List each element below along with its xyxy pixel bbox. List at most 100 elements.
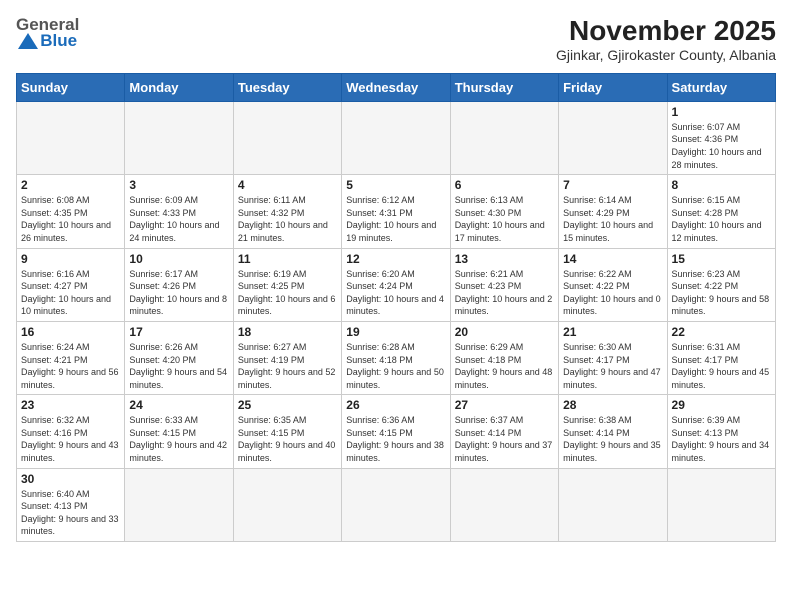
day-number: 25 xyxy=(238,398,337,412)
weekday-header-row: Sunday Monday Tuesday Wednesday Thursday… xyxy=(17,73,776,101)
header-saturday: Saturday xyxy=(667,73,775,101)
day-number: 12 xyxy=(346,252,445,266)
day-number: 9 xyxy=(21,252,120,266)
day-number: 5 xyxy=(346,178,445,192)
day-number: 21 xyxy=(563,325,662,339)
day-info: Sunrise: 6:24 AM Sunset: 4:21 PM Dayligh… xyxy=(21,341,120,391)
table-row: 25 Sunrise: 6:35 AM Sunset: 4:15 PM Dayli… xyxy=(233,395,341,468)
day-info: Sunrise: 6:31 AM Sunset: 4:17 PM Dayligh… xyxy=(672,341,771,391)
day-info: Sunrise: 6:38 AM Sunset: 4:14 PM Dayligh… xyxy=(563,414,662,464)
table-row: 21 Sunrise: 6:30 AM Sunset: 4:17 PM Dayli… xyxy=(559,321,667,394)
day-number: 18 xyxy=(238,325,337,339)
table-row xyxy=(342,101,450,174)
table-row: 7Sunrise: 6:14 AM Sunset: 4:29 PM Daylig… xyxy=(559,175,667,248)
header-thursday: Thursday xyxy=(450,73,558,101)
day-info: Sunrise: 6:09 AM Sunset: 4:33 PM Dayligh… xyxy=(129,194,228,244)
table-row: 4 Sunrise: 6:11 AM Sunset: 4:32 PM Daylig… xyxy=(233,175,341,248)
day-info: Sunrise: 6:40 AM Sunset: 4:13 PM Dayligh… xyxy=(21,488,120,538)
day-number: 2 xyxy=(21,178,120,192)
page-title: November 2025 xyxy=(556,16,776,47)
day-info: Sunrise: 6:17 AM Sunset: 4:26 PM Dayligh… xyxy=(129,268,228,318)
table-row xyxy=(342,468,450,541)
table-row: 10 Sunrise: 6:17 AM Sunset: 4:26 PM Dayli… xyxy=(125,248,233,321)
day-info: Sunrise: 6:36 AM Sunset: 4:15 PM Dayligh… xyxy=(346,414,445,464)
day-number: 27 xyxy=(455,398,554,412)
day-number: 28 xyxy=(563,398,662,412)
day-info: Sunrise: 6:20 AM Sunset: 4:24 PM Dayligh… xyxy=(346,268,445,318)
table-row: 3 Sunrise: 6:09 AM Sunset: 4:33 PM Daylig… xyxy=(125,175,233,248)
table-row: 12 Sunrise: 6:20 AM Sunset: 4:24 PM Dayli… xyxy=(342,248,450,321)
day-info: Sunrise: 6:19 AM Sunset: 4:25 PM Dayligh… xyxy=(238,268,337,318)
day-number: 8 xyxy=(672,178,771,192)
table-row: 24 Sunrise: 6:33 AM Sunset: 4:15 PM Dayli… xyxy=(125,395,233,468)
day-info: Sunrise: 6:30 AM Sunset: 4:17 PM Dayligh… xyxy=(563,341,662,391)
day-number: 20 xyxy=(455,325,554,339)
day-number: 19 xyxy=(346,325,445,339)
table-row: 26 Sunrise: 6:36 AM Sunset: 4:15 PM Dayli… xyxy=(342,395,450,468)
table-row: 14 Sunrise: 6:22 AM Sunset: 4:22 PM Dayli… xyxy=(559,248,667,321)
header: General Blue November 2025 Gjinkar, Gjir… xyxy=(16,16,776,63)
day-number: 6 xyxy=(455,178,554,192)
table-row xyxy=(450,468,558,541)
title-block: November 2025 Gjinkar, Gjirokaster Count… xyxy=(556,16,776,63)
header-friday: Friday xyxy=(559,73,667,101)
day-info: Sunrise: 6:29 AM Sunset: 4:18 PM Dayligh… xyxy=(455,341,554,391)
table-row: 15Sunrise: 6:23 AM Sunset: 4:22 PM Dayli… xyxy=(667,248,775,321)
table-row: 23Sunrise: 6:32 AM Sunset: 4:16 PM Dayli… xyxy=(17,395,125,468)
calendar: Sunday Monday Tuesday Wednesday Thursday… xyxy=(16,73,776,542)
day-number: 16 xyxy=(21,325,120,339)
day-info: Sunrise: 6:12 AM Sunset: 4:31 PM Dayligh… xyxy=(346,194,445,244)
table-row xyxy=(125,468,233,541)
day-number: 22 xyxy=(672,325,771,339)
day-number: 14 xyxy=(563,252,662,266)
table-row xyxy=(667,468,775,541)
table-row xyxy=(125,101,233,174)
table-row: 9 Sunrise: 6:16 AM Sunset: 4:27 PM Daylig… xyxy=(17,248,125,321)
table-row xyxy=(233,468,341,541)
day-number: 15 xyxy=(672,252,771,266)
table-row xyxy=(559,101,667,174)
day-number: 1 xyxy=(672,105,771,119)
day-info: Sunrise: 6:11 AM Sunset: 4:32 PM Dayligh… xyxy=(238,194,337,244)
table-row xyxy=(233,101,341,174)
day-number: 23 xyxy=(21,398,120,412)
day-number: 24 xyxy=(129,398,228,412)
day-info: Sunrise: 6:27 AM Sunset: 4:19 PM Dayligh… xyxy=(238,341,337,391)
table-row: 18 Sunrise: 6:27 AM Sunset: 4:19 PM Dayli… xyxy=(233,321,341,394)
logo: General Blue xyxy=(16,16,79,51)
table-row: 11Sunrise: 6:19 AM Sunset: 4:25 PM Dayli… xyxy=(233,248,341,321)
table-row: 29 Sunrise: 6:39 AM Sunset: 4:13 PM Dayli… xyxy=(667,395,775,468)
table-row: 28 Sunrise: 6:38 AM Sunset: 4:14 PM Dayli… xyxy=(559,395,667,468)
day-info: Sunrise: 6:37 AM Sunset: 4:14 PM Dayligh… xyxy=(455,414,554,464)
table-row: 30Sunrise: 6:40 AM Sunset: 4:13 PM Dayli… xyxy=(17,468,125,541)
day-info: Sunrise: 6:16 AM Sunset: 4:27 PM Dayligh… xyxy=(21,268,120,318)
day-info: Sunrise: 6:07 AM Sunset: 4:36 PM Dayligh… xyxy=(672,121,771,171)
table-row: 20 Sunrise: 6:29 AM Sunset: 4:18 PM Dayli… xyxy=(450,321,558,394)
table-row xyxy=(450,101,558,174)
day-number: 4 xyxy=(238,178,337,192)
header-monday: Monday xyxy=(125,73,233,101)
table-row: 2 Sunrise: 6:08 AM Sunset: 4:35 PM Daylig… xyxy=(17,175,125,248)
day-info: Sunrise: 6:39 AM Sunset: 4:13 PM Dayligh… xyxy=(672,414,771,464)
table-row: 19Sunrise: 6:28 AM Sunset: 4:18 PM Dayli… xyxy=(342,321,450,394)
day-number: 29 xyxy=(672,398,771,412)
table-row: 16 Sunrise: 6:24 AM Sunset: 4:21 PM Dayli… xyxy=(17,321,125,394)
table-row: 8 Sunrise: 6:15 AM Sunset: 4:28 PM Daylig… xyxy=(667,175,775,248)
table-row xyxy=(559,468,667,541)
day-number: 26 xyxy=(346,398,445,412)
table-row: 1 Sunrise: 6:07 AM Sunset: 4:36 PM Daylig… xyxy=(667,101,775,174)
day-info: Sunrise: 6:33 AM Sunset: 4:15 PM Dayligh… xyxy=(129,414,228,464)
day-info: Sunrise: 6:15 AM Sunset: 4:28 PM Dayligh… xyxy=(672,194,771,244)
day-info: Sunrise: 6:35 AM Sunset: 4:15 PM Dayligh… xyxy=(238,414,337,464)
day-number: 3 xyxy=(129,178,228,192)
day-info: Sunrise: 6:22 AM Sunset: 4:22 PM Dayligh… xyxy=(563,268,662,318)
day-number: 17 xyxy=(129,325,228,339)
day-info: Sunrise: 6:08 AM Sunset: 4:35 PM Dayligh… xyxy=(21,194,120,244)
table-row: 6Sunrise: 6:13 AM Sunset: 4:30 PM Daylig… xyxy=(450,175,558,248)
header-sunday: Sunday xyxy=(17,73,125,101)
table-row: 27 Sunrise: 6:37 AM Sunset: 4:14 PM Dayli… xyxy=(450,395,558,468)
table-row: 22 Sunrise: 6:31 AM Sunset: 4:17 PM Dayli… xyxy=(667,321,775,394)
day-info: Sunrise: 6:21 AM Sunset: 4:23 PM Dayligh… xyxy=(455,268,554,318)
day-number: 10 xyxy=(129,252,228,266)
day-info: Sunrise: 6:26 AM Sunset: 4:20 PM Dayligh… xyxy=(129,341,228,391)
